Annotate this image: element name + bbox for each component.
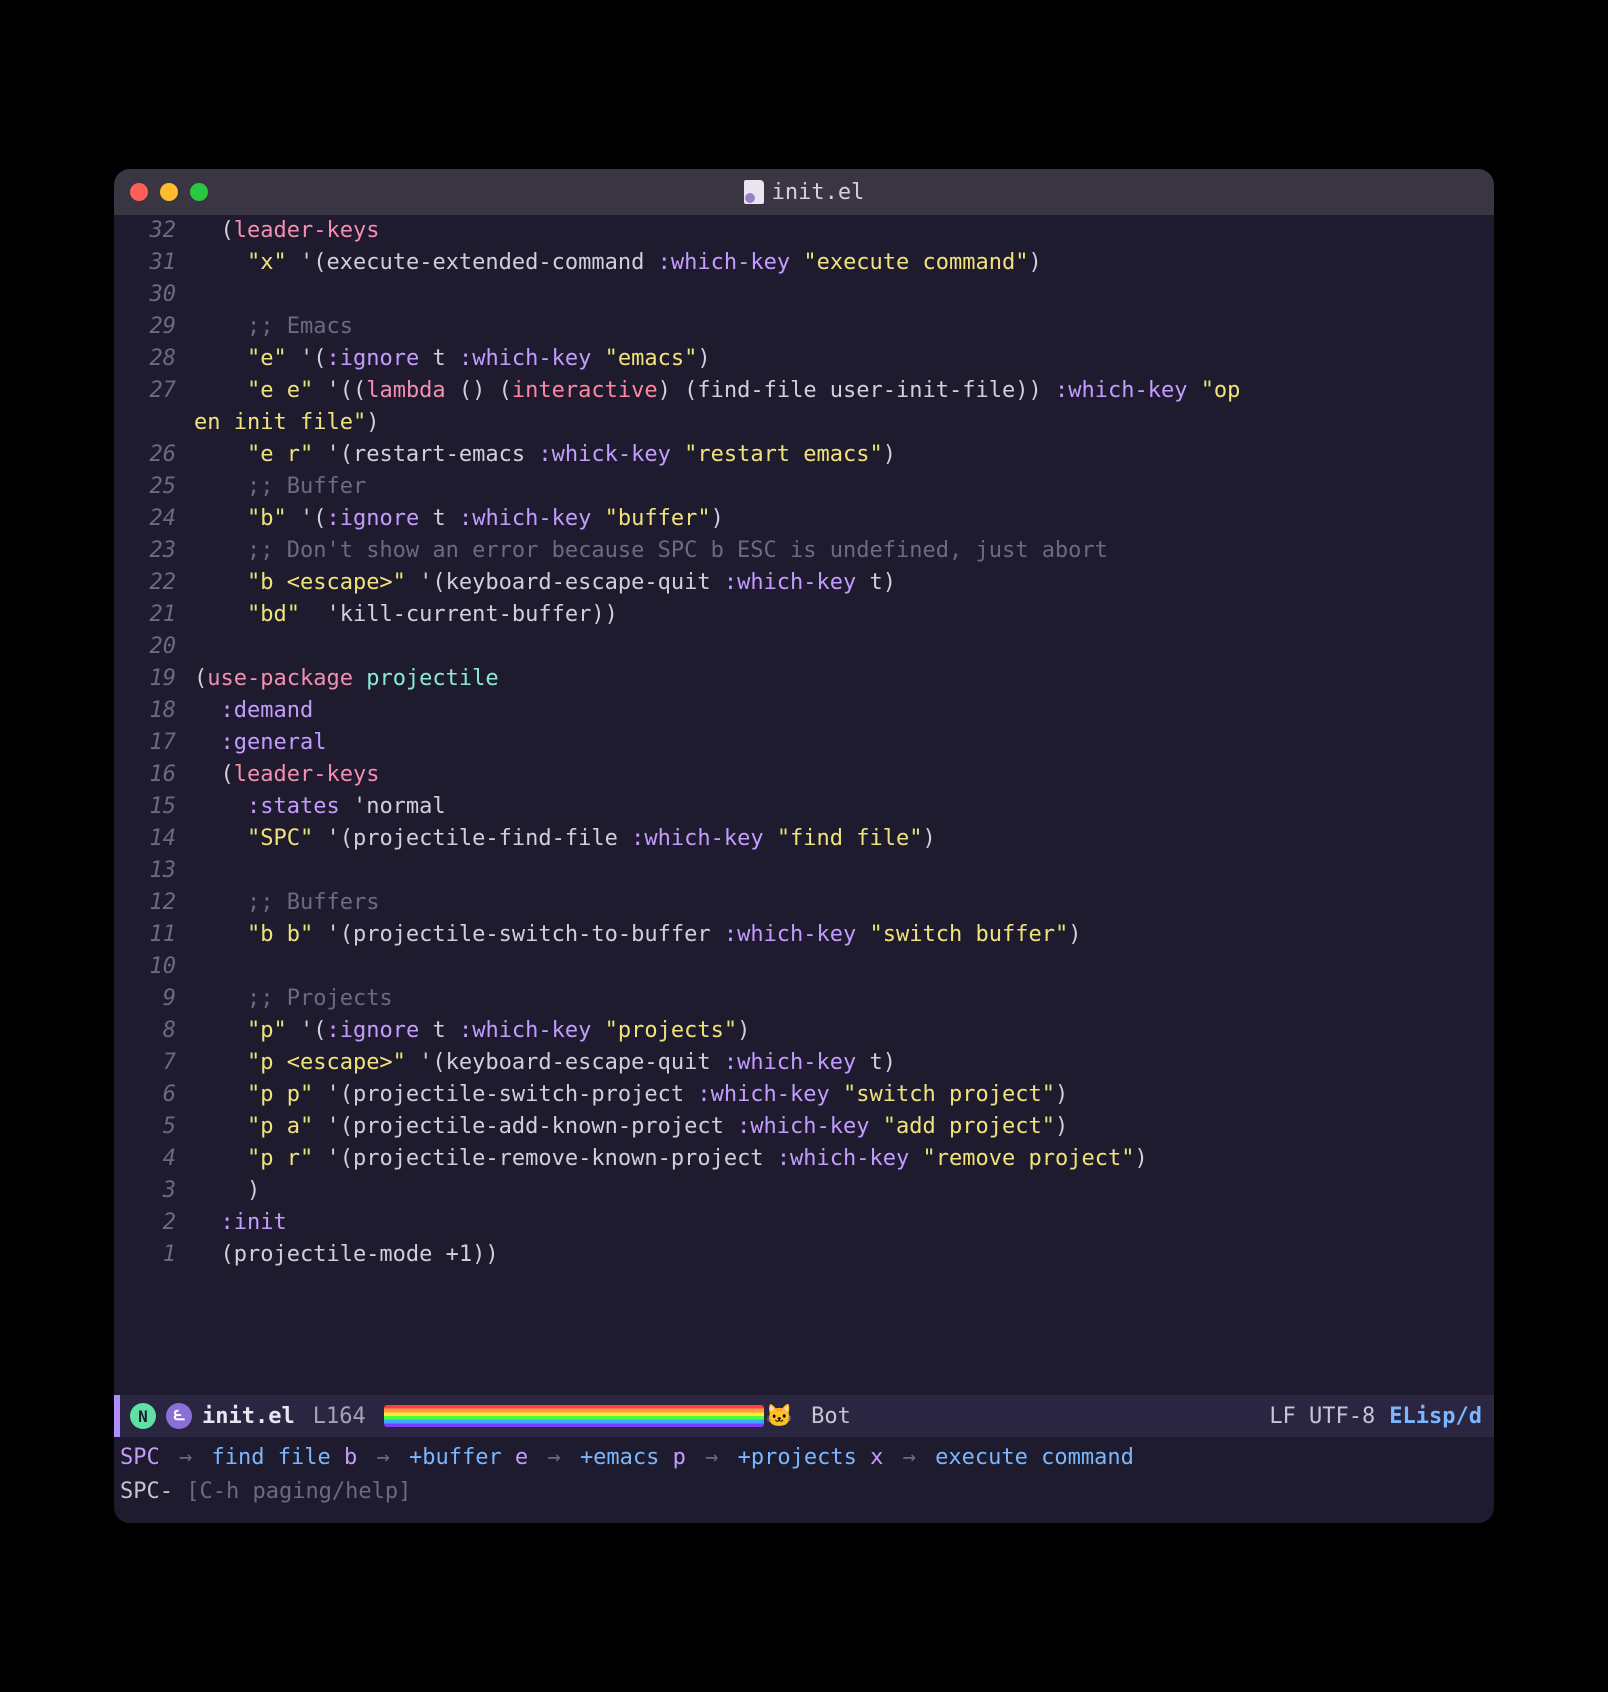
minimize-icon[interactable] <box>160 183 178 201</box>
which-key-footer: SPC- [C-h paging/help] <box>120 1475 1488 1509</box>
code-line[interactable]: "p a" '(projectile-add-known-project :wh… <box>194 1111 1484 1143</box>
evil-state-badge: N <box>130 1403 156 1429</box>
code-line[interactable]: :states 'normal <box>194 791 1484 823</box>
line-number: 15 <box>114 791 176 823</box>
line-number: 7 <box>114 1047 176 1079</box>
code-line[interactable]: "b <escape>" '(keyboard-escape-quit :whi… <box>194 567 1484 599</box>
line-number: 27 <box>114 375 176 407</box>
code-buffer[interactable]: (leader-keys "x" '(execute-extended-comm… <box>194 215 1494 1395</box>
zoom-icon[interactable] <box>190 183 208 201</box>
line-number: 8 <box>114 1015 176 1047</box>
code-line[interactable]: (use-package projectile <box>194 663 1484 695</box>
nyan-rainbow <box>384 1405 764 1427</box>
code-line[interactable]: ;; Don't show an error because SPC b ESC… <box>194 535 1484 567</box>
code-line[interactable]: "x" '(execute-extended-command :which-ke… <box>194 247 1484 279</box>
code-line[interactable]: "b" '(:ignore t :which-key "buffer") <box>194 503 1484 535</box>
line-number: 29 <box>114 311 176 343</box>
line-number: 17 <box>114 727 176 759</box>
code-line[interactable]: :demand <box>194 695 1484 727</box>
code-line[interactable]: ;; Buffer <box>194 471 1484 503</box>
line-number: 13 <box>114 855 176 887</box>
title-filename: init.el <box>772 180 865 205</box>
line-number: 10 <box>114 951 176 983</box>
code-line[interactable]: "p r" '(projectile-remove-known-project … <box>194 1143 1484 1175</box>
modeline-major-mode: ELisp/d <box>1389 1404 1482 1429</box>
titlebar: init.el <box>114 169 1494 215</box>
modeline-filename: init.el <box>202 1404 295 1429</box>
traffic-lights <box>130 183 208 201</box>
line-number: 19 <box>114 663 176 695</box>
line-number: 16 <box>114 759 176 791</box>
code-line[interactable]: "e" '(:ignore t :which-key "emacs") <box>194 343 1484 375</box>
close-icon[interactable] <box>130 183 148 201</box>
code-line[interactable]: ;; Buffers <box>194 887 1484 919</box>
line-number: 25 <box>114 471 176 503</box>
line-number: 14 <box>114 823 176 855</box>
code-line[interactable]: "SPC" '(projectile-find-file :which-key … <box>194 823 1484 855</box>
code-line[interactable]: (leader-keys <box>194 759 1484 791</box>
code-line[interactable]: (leader-keys <box>194 215 1484 247</box>
code-line[interactable] <box>194 631 1484 663</box>
code-line[interactable]: en init file") <box>194 407 1484 439</box>
code-line[interactable]: "p" '(:ignore t :which-key "projects") <box>194 1015 1484 1047</box>
line-number <box>114 407 176 439</box>
line-number: 22 <box>114 567 176 599</box>
code-line[interactable]: :general <box>194 727 1484 759</box>
line-number: 26 <box>114 439 176 471</box>
line-number-gutter: 3231302928272625242322212019181716151413… <box>114 215 194 1395</box>
line-number: 1 <box>114 1239 176 1271</box>
code-line[interactable]: (projectile-mode +1)) <box>194 1239 1484 1271</box>
line-number: 24 <box>114 503 176 535</box>
code-line[interactable]: ;; Projects <box>194 983 1484 1015</box>
code-line[interactable]: "bd" 'kill-current-buffer)) <box>194 599 1484 631</box>
modeline-position: L164 <box>313 1404 366 1429</box>
code-line[interactable]: :init <box>194 1207 1484 1239</box>
which-key-popup: SPC → find file b → +buffer e → +emacs p… <box>114 1437 1494 1523</box>
line-number: 28 <box>114 343 176 375</box>
code-line[interactable]: ;; Emacs <box>194 311 1484 343</box>
line-number: 31 <box>114 247 176 279</box>
line-number: 3 <box>114 1175 176 1207</box>
line-number: 21 <box>114 599 176 631</box>
nyan-cat-progress: 🐱 <box>384 1404 793 1429</box>
mode-line: N ౬ init.el L164 🐱 Bot LF UTF-8 ELisp/d <box>114 1395 1494 1437</box>
line-number: 4 <box>114 1143 176 1175</box>
line-number: 32 <box>114 215 176 247</box>
line-number: 2 <box>114 1207 176 1239</box>
which-key-bindings: SPC → find file b → +buffer e → +emacs p… <box>120 1441 1488 1475</box>
nyan-cat-icon: 🐱 <box>766 1404 793 1429</box>
code-line[interactable] <box>194 855 1484 887</box>
code-line[interactable] <box>194 951 1484 983</box>
line-number: 6 <box>114 1079 176 1111</box>
emacs-window: init.el 32313029282726252423222120191817… <box>114 169 1494 1523</box>
modeline-accent <box>114 1395 120 1437</box>
code-line[interactable]: "e r" '(restart-emacs :whick-key "restar… <box>194 439 1484 471</box>
line-number: 18 <box>114 695 176 727</box>
which-key-help: [C-h paging/help] <box>186 1479 411 1504</box>
code-line[interactable] <box>194 279 1484 311</box>
line-number: 9 <box>114 983 176 1015</box>
file-icon <box>744 180 764 204</box>
line-number: 30 <box>114 279 176 311</box>
which-key-prefix: SPC- <box>120 1479 173 1504</box>
modeline-encoding: LF UTF-8 <box>1269 1404 1375 1429</box>
code-line[interactable]: "p <escape>" '(keyboard-escape-quit :whi… <box>194 1047 1484 1079</box>
line-number: 11 <box>114 919 176 951</box>
editor-area[interactable]: 3231302928272625242322212019181716151413… <box>114 215 1494 1395</box>
code-line[interactable]: "p p" '(projectile-switch-project :which… <box>194 1079 1484 1111</box>
code-line[interactable]: "e e" '((lambda () (interactive) (find-f… <box>194 375 1484 407</box>
emacs-icon: ౬ <box>166 1403 192 1429</box>
line-number: 23 <box>114 535 176 567</box>
modeline-scroll: Bot <box>811 1404 851 1429</box>
code-line[interactable]: "b b" '(projectile-switch-to-buffer :whi… <box>194 919 1484 951</box>
line-number: 12 <box>114 887 176 919</box>
line-number: 5 <box>114 1111 176 1143</box>
code-line[interactable]: ) <box>194 1175 1484 1207</box>
window-title: init.el <box>114 180 1494 205</box>
line-number: 20 <box>114 631 176 663</box>
